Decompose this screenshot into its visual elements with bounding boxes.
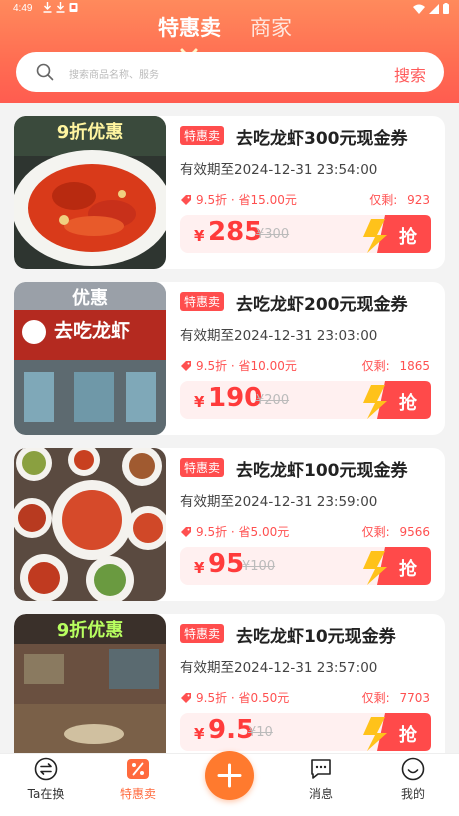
deal-remaining-count: 1865 (399, 359, 430, 373)
currency-symbol: ¥ (194, 393, 205, 411)
deal-price-bar: ¥ 190 ¥200 抢 (180, 381, 431, 419)
tab-special-sale[interactable]: 特惠卖 (158, 12, 221, 42)
currency-symbol: ¥ (194, 559, 205, 577)
deal-remaining: 仅剩: 1865 (362, 357, 430, 374)
deal-tag: 特惠卖 (180, 126, 225, 145)
grab-label: 抢 (399, 559, 417, 580)
nav-label: Ta在换 (27, 787, 65, 801)
deal-discount-text: 9.5折 · 省5.00元 (196, 525, 290, 539)
currency-symbol: ¥ (194, 725, 205, 743)
deal-remaining-count: 7703 (399, 691, 430, 705)
currency-symbol: ¥ (194, 227, 205, 245)
grab-button[interactable]: 抢 (363, 381, 431, 419)
deal-tag: 特惠卖 (180, 458, 225, 477)
deal-image: 优惠 去吃龙虾 (14, 282, 166, 435)
deal-card[interactable]: 优惠 去吃龙虾 特惠卖 去吃龙虾200元现金券 有效期至2024-12-31 2… (14, 282, 445, 435)
deal-discount: 9.5折 · 省0.50元 (180, 689, 289, 706)
deal-image-text: 优惠 (72, 288, 108, 309)
header: 4:49 特惠卖 商家 搜索商品名称、服务 搜索 (0, 0, 459, 103)
deal-validity: 有效期至2024-12-31 23:59:00 (180, 494, 378, 510)
deal-original-price: ¥200 (256, 393, 290, 408)
deal-discount-text: 9.5折 · 省0.50元 (196, 691, 290, 705)
deal-discount: 9.5折 · 省15.00元 (180, 191, 297, 208)
deal-image-text: 9折优惠 (56, 620, 124, 641)
grab-label: 抢 (399, 393, 417, 414)
deal-card[interactable]: 9折优惠 特惠卖 去吃龙虾300元现金券 有效期至2024-12-31 23:5… (14, 116, 445, 269)
bottom-nav: Ta在换 特惠卖 消息 我的 (0, 751, 459, 816)
deal-validity: 有效期至2024-12-31 23:54:00 (180, 162, 378, 178)
deal-title: 去吃龙虾300元现金券 (236, 129, 408, 149)
deal-original-price: ¥300 (256, 227, 290, 242)
discount-icon (127, 759, 149, 779)
exchange-icon (34, 757, 58, 781)
deal-card[interactable]: 9折优惠 特惠卖 去吃龙虾10元现金券 有效期至2024-12-31 23:57… (14, 614, 445, 753)
search-button[interactable]: 搜索 (394, 62, 426, 86)
deal-validity: 有效期至2024-12-31 23:57:00 (180, 660, 378, 676)
deal-original-price: ¥10 (248, 725, 273, 740)
deal-discount: 9.5折 · 省5.00元 (180, 523, 289, 540)
nav-item-messages[interactable]: 消息 (275, 754, 367, 816)
grab-button[interactable]: 抢 (363, 713, 431, 751)
deal-remaining: 仅剩: 7703 (362, 689, 430, 706)
search-input[interactable]: 搜索商品名称、服务 (69, 66, 159, 81)
deal-price: 285 (208, 217, 263, 247)
message-icon (311, 759, 331, 779)
grab-button-bg (363, 381, 431, 419)
grab-button-bg (363, 215, 431, 253)
grab-button-bg (363, 547, 431, 585)
add-button[interactable] (205, 751, 254, 800)
deal-price: 190 (208, 383, 263, 413)
price-tag-icon (181, 692, 191, 703)
search-bar: 搜索商品名称、服务 搜索 (16, 52, 444, 92)
search-icon (36, 63, 54, 81)
nav-item-profile[interactable]: 我的 (367, 754, 459, 816)
deal-card[interactable]: 特惠卖 去吃龙虾100元现金券 有效期至2024-12-31 23:59:00 … (14, 448, 445, 601)
nav-label: 我的 (400, 787, 425, 801)
grab-button[interactable]: 抢 (363, 215, 431, 253)
deal-discount-text: 9.5折 · 省10.00元 (196, 359, 297, 373)
deal-validity: 有效期至2024-12-31 23:03:00 (180, 328, 378, 344)
nav-label: 消息 (308, 787, 333, 801)
deal-image: 9折优惠 (14, 614, 166, 753)
deal-image: 9折优惠 (14, 116, 166, 269)
grab-button-bg (363, 713, 431, 751)
deal-remaining-label: 仅剩: (361, 359, 390, 373)
deal-remaining-label: 仅剩: (369, 193, 398, 207)
price-tag-icon (181, 194, 191, 205)
deal-remaining: 仅剩: 923 (369, 191, 430, 208)
grab-button[interactable]: 抢 (363, 547, 431, 585)
nav-item-exchange[interactable]: Ta在换 (0, 754, 92, 816)
deal-discount: 9.5折 · 省10.00元 (180, 357, 297, 374)
deal-remaining-count: 923 (407, 193, 430, 207)
tab-merchants[interactable]: 商家 (250, 12, 292, 42)
shop-sign-text: 去吃龙虾 (54, 320, 131, 342)
profile-icon (401, 757, 425, 781)
deal-discount-text: 9.5折 · 省15.00元 (196, 193, 297, 207)
deal-price-bar: ¥ 285 ¥300 抢 (180, 215, 431, 253)
deal-list: 9折优惠 特惠卖 去吃龙虾300元现金券 有效期至2024-12-31 23:5… (0, 103, 459, 753)
tab-bar: 特惠卖 商家 (0, 12, 459, 56)
deal-title: 去吃龙虾200元现金券 (236, 295, 408, 315)
price-tag-icon (181, 526, 191, 537)
deal-remaining-label: 仅剩: (361, 691, 390, 705)
deal-remaining-count: 9566 (399, 525, 430, 539)
deal-remaining: 仅剩: 9566 (362, 523, 430, 540)
grab-label: 抢 (399, 725, 417, 746)
grab-label: 抢 (399, 227, 417, 248)
nav-label: 特惠卖 (119, 787, 156, 801)
deal-remaining-label: 仅剩: (361, 525, 390, 539)
price-tag-icon (181, 360, 191, 371)
plus-icon (217, 763, 242, 788)
deal-title: 去吃龙虾100元现金券 (236, 461, 408, 481)
deal-title: 去吃龙虾10元现金券 (236, 627, 396, 647)
deal-original-price: ¥100 (242, 559, 276, 574)
deal-tag: 特惠卖 (180, 624, 225, 643)
nav-item-special-sale[interactable]: 特惠卖 (92, 754, 184, 816)
deal-image-text: 9折优惠 (56, 122, 124, 143)
deal-price-bar: ¥ 9.5 ¥10 抢 (180, 713, 431, 751)
deal-image (14, 448, 166, 601)
deal-tag: 特惠卖 (180, 292, 225, 311)
deal-price: 95 (208, 549, 245, 579)
deal-price-bar: ¥ 95 ¥100 抢 (180, 547, 431, 585)
